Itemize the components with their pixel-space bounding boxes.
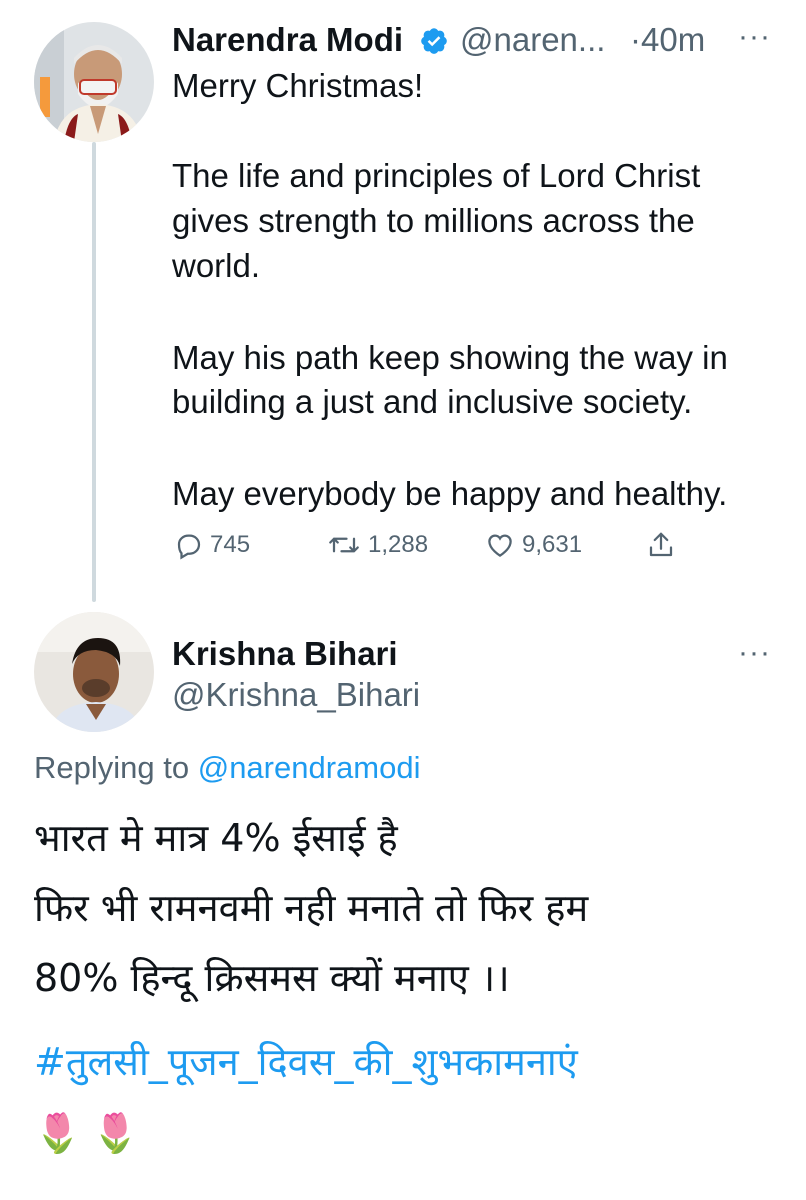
reply-icon (177, 534, 201, 560)
author-handle[interactable]: @naren... (460, 21, 605, 59)
author-name[interactable]: Narendra Modi (172, 21, 403, 59)
reply-line: फिर भी रामनवमी नही मनाते तो फिर हम (34, 886, 589, 930)
retweet-count: 1,288 (368, 531, 429, 558)
like-count: 9,631 (522, 531, 583, 558)
verified-badge-icon (419, 26, 449, 61)
share-button[interactable] (646, 530, 676, 560)
reply-button[interactable]: 745 (174, 530, 250, 560)
replying-to-line: Replying to @narendramodi (34, 750, 420, 786)
author-avatar[interactable] (34, 22, 154, 142)
reply-author-name[interactable]: Krishna Bihari (172, 635, 398, 673)
hashtag-link[interactable]: #तुलसी_पूजन_दिवस_की_शुभकामनाएं (34, 1035, 578, 1087)
tweet-line: building a just and inclusive society. (172, 383, 693, 420)
tweet-timestamp[interactable]: ·40m (630, 21, 705, 59)
reply-author-avatar[interactable] (34, 612, 154, 732)
tweet-line: world. (172, 247, 261, 284)
retweet-button[interactable]: 1,288 (326, 530, 428, 560)
thread-connector-line (92, 142, 96, 602)
avatar-image (34, 22, 154, 142)
reply-author-handle[interactable]: @Krishna_Bihari (172, 676, 420, 714)
tulip-emoji: 🌷 🌷 (34, 1113, 140, 1155)
reply-avatar-image (34, 612, 154, 732)
tweet-line: The life and principles of Lord Christ (172, 157, 701, 194)
reply-more-options-icon[interactable]: ··· (738, 636, 771, 670)
reply-count: 745 (210, 531, 251, 558)
reply-line: भारत मे मात्र 4% ईसाई है (34, 816, 398, 860)
reply-line: 80% हिन्दू क्रिसमस क्यों मनाए ।। (34, 956, 510, 1000)
retweet-icon (329, 537, 359, 553)
replying-to-mention[interactable]: @narendramodi (198, 750, 421, 785)
tweet-line: May everybody be happy and healthy. (172, 475, 728, 512)
like-icon (488, 534, 512, 557)
more-options-icon[interactable]: ··· (738, 20, 771, 54)
like-button[interactable]: 9,631 (484, 530, 582, 560)
tweet-line: May his path keep showing the way in (172, 339, 728, 376)
tweet-line: gives strength to millions across the (172, 202, 695, 239)
share-icon (649, 532, 673, 557)
tweet-line: Merry Christmas! (172, 67, 424, 104)
replying-to-label: Replying to (34, 750, 190, 785)
